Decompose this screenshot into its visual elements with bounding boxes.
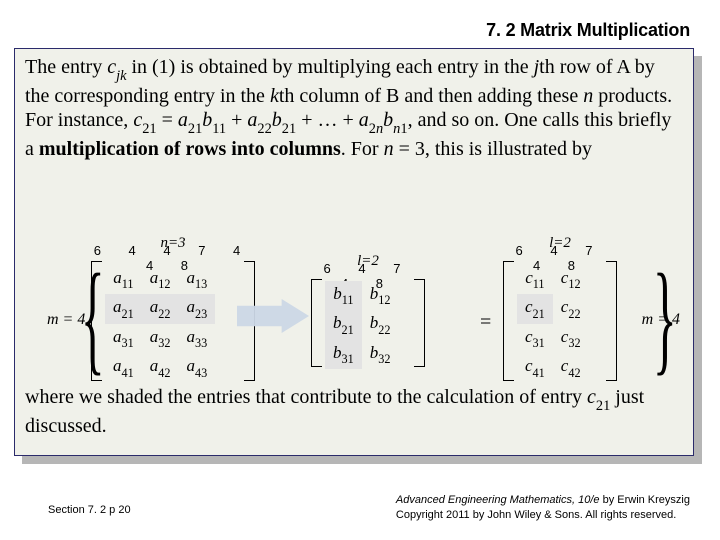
table-row: b31b32: [325, 340, 398, 369]
sub-21: 21: [282, 121, 296, 137]
matrix-illustration: m = 4 { n=3 6 4 4 7 4 4 8 a11a12a13 a21a…: [75, 231, 635, 381]
table-row: a31a32a33: [105, 324, 215, 353]
footer-attribution: Advanced Engineering Mathematics, 10/e b…: [396, 493, 690, 522]
sub-11: 11: [212, 121, 226, 137]
bold-phrase: multiplication of rows into columns: [39, 138, 341, 160]
text-frag: The entry: [25, 56, 107, 78]
text-frag: th column of B and then adding these: [279, 85, 583, 107]
var-c21: c: [133, 109, 142, 131]
table-row: b21b22: [325, 310, 398, 339]
var-bn1: b: [383, 109, 393, 131]
var-c: c: [107, 56, 116, 78]
sub-21: 21: [142, 121, 156, 137]
text-frag: where we shaded the entries that contrib…: [25, 386, 587, 408]
bracket-right-icon: [414, 279, 425, 367]
var-n: n: [384, 138, 394, 160]
table-row: c21c22: [517, 294, 589, 323]
var-c21: c: [587, 386, 596, 408]
explanation-text: The entry cjk in (1) is obtained by mult…: [25, 55, 683, 161]
table-row: b11b12: [325, 281, 398, 310]
table-row: c11c12: [517, 265, 589, 294]
var-b11: b: [202, 109, 212, 131]
sub-1: 1: [400, 121, 407, 137]
var-a2n: a: [359, 109, 369, 131]
sub-n: n: [376, 121, 383, 137]
bracket-right-icon: [606, 261, 617, 381]
sub-21: 21: [188, 121, 202, 137]
left-dim-label: m = 4: [47, 311, 85, 329]
bracket-left-icon: [91, 261, 102, 381]
right-dim-label: m = 4: [642, 311, 680, 329]
var-a22: a: [247, 109, 257, 131]
equals-sign: =: [480, 311, 491, 334]
text-frag: . For: [341, 138, 384, 160]
text-frag: in (1) is obtained by multiplying each e…: [126, 56, 533, 78]
sub-22: 22: [257, 121, 271, 137]
closing-text: where we shaded the entries that contrib…: [25, 385, 683, 438]
sub-2: 2: [369, 121, 376, 137]
var-a21: a: [178, 109, 188, 131]
text-dots: + … +: [296, 109, 359, 131]
table-row: c41c42: [517, 353, 589, 382]
text-eq: =: [157, 109, 178, 131]
table-row-shaded: a21a22a23: [105, 294, 215, 323]
bracket-left-icon: [311, 279, 322, 367]
sub-21: 21: [596, 398, 610, 414]
content-panel: The entry cjk in (1) is obtained by mult…: [14, 48, 694, 456]
table-row: a11a12a13: [105, 265, 215, 294]
table-row: a41a42a43: [105, 353, 215, 382]
matrix-a: n=3 6 4 4 7 4 4 8 a11a12a13 a21a22a23 a3…: [93, 261, 253, 381]
var-b21: b: [272, 109, 282, 131]
var-k: k: [270, 85, 279, 107]
matrix-b: l=2 6 4 7 4 8 b11b12 b21b22 b31b32: [313, 279, 423, 367]
bracket-left-icon: [503, 261, 514, 381]
text-plus: +: [226, 109, 247, 131]
text-frag: = 3, this is illustrated by: [394, 138, 593, 160]
book-title: Advanced Engineering Mathematics, 10/e: [396, 494, 600, 506]
table-row: c31c32: [517, 324, 589, 353]
sub-jk: jk: [116, 68, 126, 84]
footer-section-page: Section 7. 2 p 20: [48, 504, 131, 516]
matrix-c: l=2 6 4 7 4 8 c11c12 c21c22 c31c32 c41c4…: [505, 261, 615, 381]
var-n: n: [583, 85, 593, 107]
author-name: by Erwin Kreyszig: [600, 494, 690, 506]
section-header: 7. 2 Matrix Multiplication: [486, 20, 690, 41]
copyright-line: Copyright 2011 by John Wiley & Sons. All…: [396, 509, 676, 521]
